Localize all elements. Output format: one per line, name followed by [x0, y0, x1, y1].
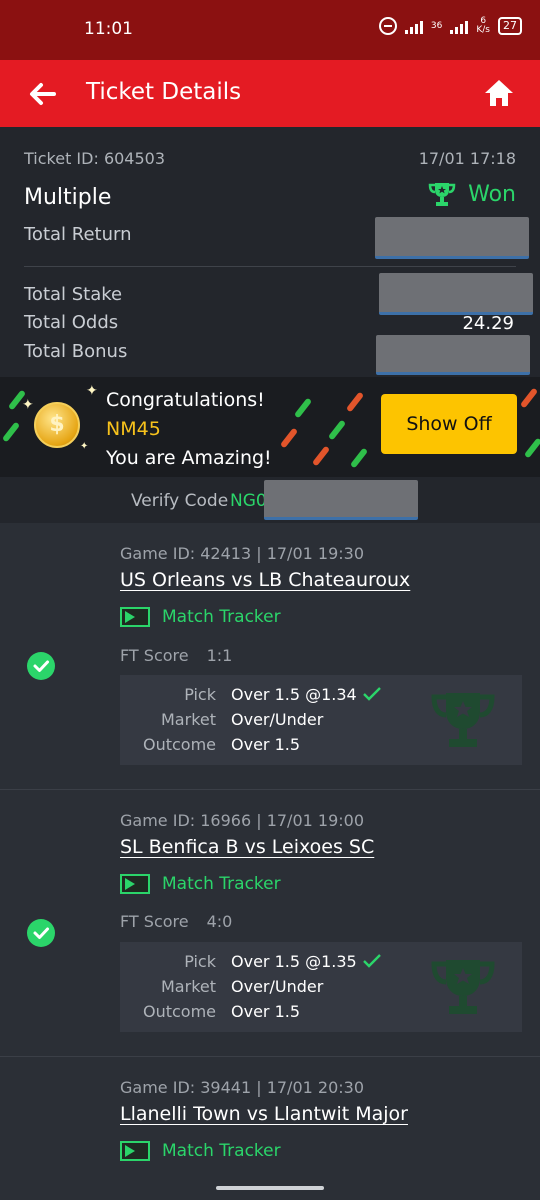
pick-label: Pick [184, 685, 216, 704]
signal-icon-2 [450, 18, 469, 34]
congrats-title: Congratulations! [106, 389, 265, 411]
total-odds-label: Total Odds [24, 312, 119, 333]
sparkle-icon: ✦ [80, 441, 89, 452]
verify-code-masked [264, 480, 418, 520]
status-bar: 11:01 36 6 K/s 27 [0, 0, 540, 60]
market-value: Over/Under [231, 977, 324, 996]
game-card: Game ID: 39441 | 17/01 20:30 Llanelli To… [0, 1057, 540, 1200]
back-arrow-icon[interactable] [26, 78, 58, 110]
gesture-bar[interactable] [216, 1186, 324, 1190]
check-circle-icon [27, 919, 55, 947]
app-header: Ticket Details [0, 60, 540, 127]
confetti [349, 447, 369, 469]
ft-score: FT Score 4:0 [120, 912, 233, 931]
ticket-summary: Ticket ID: 604503 17/01 17:18 Multiple W… [0, 127, 540, 377]
trophy-watermark-icon [431, 693, 495, 747]
confetti [279, 427, 299, 449]
pick-details: Pick Over 1.5 @1.35 Market Over/Under Ou… [120, 942, 522, 1032]
game-id: Game ID: 39441 | 17/01 20:30 [120, 1078, 364, 1097]
check-icon [363, 687, 381, 701]
match-tracker-link[interactable]: Match Tracker [120, 874, 281, 894]
network-type: 36 [430, 20, 443, 31]
total-stake-label: Total Stake [24, 284, 123, 305]
network-speed: 6 K/s [476, 16, 490, 35]
confetti [311, 445, 331, 467]
home-icon[interactable] [482, 76, 516, 110]
do-not-disturb-icon [378, 17, 397, 35]
pick-value: Over 1.5 @1.35 [231, 952, 357, 971]
total-bonus-masked [376, 335, 530, 375]
match-tracker-icon [120, 607, 150, 627]
verify-code-row: Verify Code NG0 [0, 477, 540, 523]
outcome-value: Over 1.5 [231, 735, 301, 754]
ft-score: FT Score 1:1 [120, 646, 233, 665]
match-name[interactable]: SL Benfica B vs Leixoes SC [120, 836, 374, 858]
check-circle-icon [27, 652, 55, 680]
game-card: Game ID: 16966 | 17/01 19:00 SL Benfica … [0, 790, 540, 1056]
ticket-id: Ticket ID: 604503 [24, 149, 166, 168]
match-tracker-icon [120, 874, 150, 894]
total-return-masked [375, 217, 529, 259]
match-tracker-link[interactable]: Match Tracker [120, 1141, 281, 1161]
confetti [523, 437, 540, 459]
verify-code-label: Verify Code [131, 491, 229, 511]
confetti [1, 421, 21, 443]
verify-code-value[interactable]: NG0 [230, 491, 267, 511]
outcome-label: Outcome [142, 735, 216, 754]
match-tracker-icon [120, 1141, 150, 1161]
divider [24, 266, 516, 267]
total-bonus-label: Total Bonus [24, 341, 128, 362]
ticket-datetime: 17/01 17:18 [418, 149, 516, 168]
total-odds-value: 24.29 [462, 313, 514, 334]
status-time: 11:01 [84, 19, 133, 39]
congrats-subtitle: You are Amazing! [106, 447, 272, 469]
total-return-label: Total Return [24, 224, 132, 245]
ticket-status: Won [428, 181, 516, 207]
match-tracker-label: Match Tracker [162, 607, 281, 627]
total-stake-masked [379, 273, 533, 315]
trophy-icon [428, 183, 456, 206]
congrats-banner: ✦ ✦ ✦ $ Congratulations! NM45 You are Am… [0, 377, 540, 477]
confetti [519, 387, 539, 409]
match-tracker-link[interactable]: Match Tracker [120, 607, 281, 627]
signal-icon [404, 18, 423, 34]
coin-icon: $ [34, 402, 80, 448]
pick-value: Over 1.5 @1.34 [231, 685, 357, 704]
game-id: Game ID: 42413 | 17/01 19:30 [120, 544, 364, 563]
check-icon [363, 954, 381, 968]
status-won-text: Won [468, 181, 516, 207]
match-name[interactable]: Llanelli Town vs Llantwit Major [120, 1103, 408, 1125]
page-title: Ticket Details [86, 79, 242, 105]
match-tracker-label: Match Tracker [162, 1141, 281, 1161]
ticket-type: Multiple [24, 185, 112, 210]
trophy-watermark-icon [431, 960, 495, 1014]
market-label: Market [161, 977, 216, 996]
pick-details: Pick Over 1.5 @1.34 Market Over/Under Ou… [120, 675, 522, 765]
show-off-button[interactable]: Show Off [381, 394, 517, 454]
battery-icon: 27 [498, 17, 522, 35]
match-tracker-label: Match Tracker [162, 874, 281, 894]
status-icons: 36 6 K/s 27 [378, 16, 522, 35]
outcome-value: Over 1.5 [231, 1002, 301, 1021]
win-amount: NM45 [106, 418, 161, 440]
match-name[interactable]: US Orleans vs LB Chateauroux [120, 569, 410, 591]
confetti [327, 419, 347, 441]
market-value: Over/Under [231, 710, 324, 729]
game-card: Game ID: 42413 | 17/01 19:30 US Orleans … [0, 523, 540, 790]
outcome-label: Outcome [142, 1002, 216, 1021]
market-label: Market [161, 710, 216, 729]
sparkle-icon: ✦ [22, 397, 34, 413]
confetti [293, 397, 313, 419]
game-id: Game ID: 16966 | 17/01 19:00 [120, 811, 364, 830]
confetti [345, 391, 365, 413]
pick-label: Pick [184, 952, 216, 971]
sparkle-icon: ✦ [86, 383, 98, 399]
